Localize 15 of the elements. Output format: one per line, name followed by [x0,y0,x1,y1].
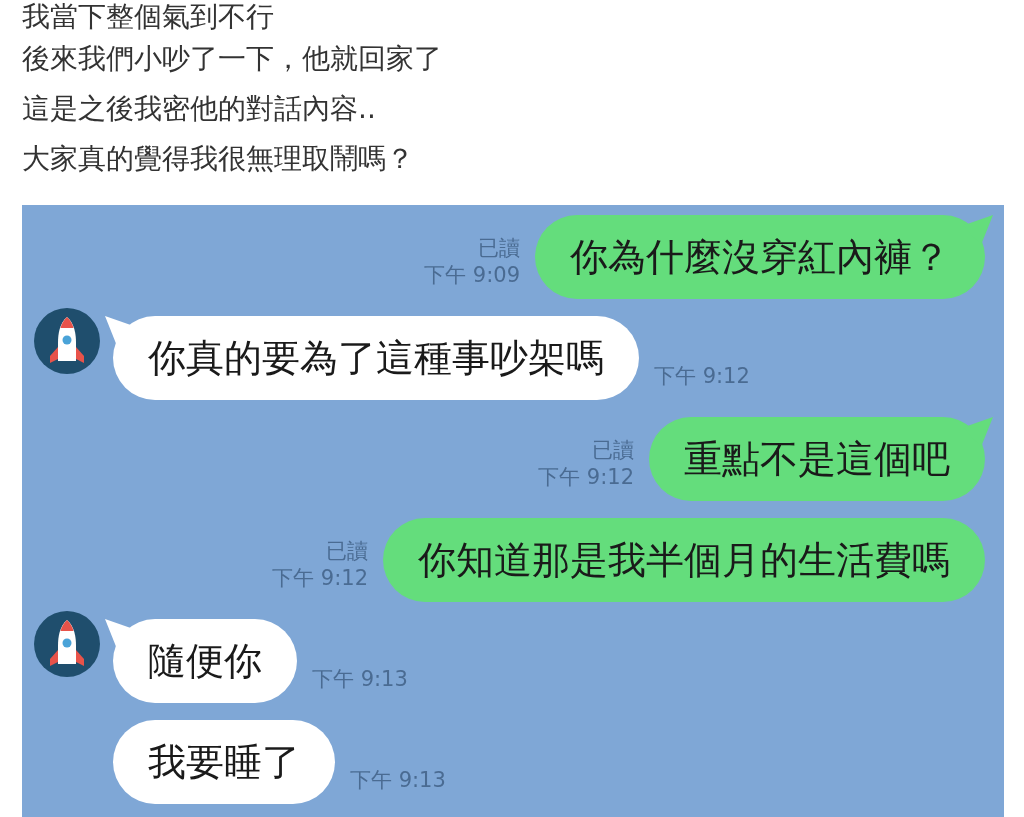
message-time: 下午 9:12 [654,363,750,390]
message-bubble: 我要睡了 [113,720,335,804]
message-time: 下午 9:12 [272,565,368,592]
post-text: 我當下整個氣到不行 [22,0,274,34]
message-time: 下午 9:13 [312,666,408,693]
post-text: 這是之後我密他的對話內容.. [22,91,376,127]
read-receipt: 已讀 [478,235,520,262]
message-bubble: 你知道那是我半個月的生活費嗎 [383,518,985,602]
post-text: 大家真的覺得我很無理取鬧嗎？ [22,141,414,177]
message-time: 下午 9:13 [350,767,446,794]
read-receipt: 已讀 [326,538,368,565]
post-text: 後來我們小吵了一下，他就回家了 [22,41,442,77]
message-time: 下午 9:09 [424,262,520,289]
message-time: 下午 9:12 [538,464,634,491]
read-receipt: 已讀 [592,437,634,464]
